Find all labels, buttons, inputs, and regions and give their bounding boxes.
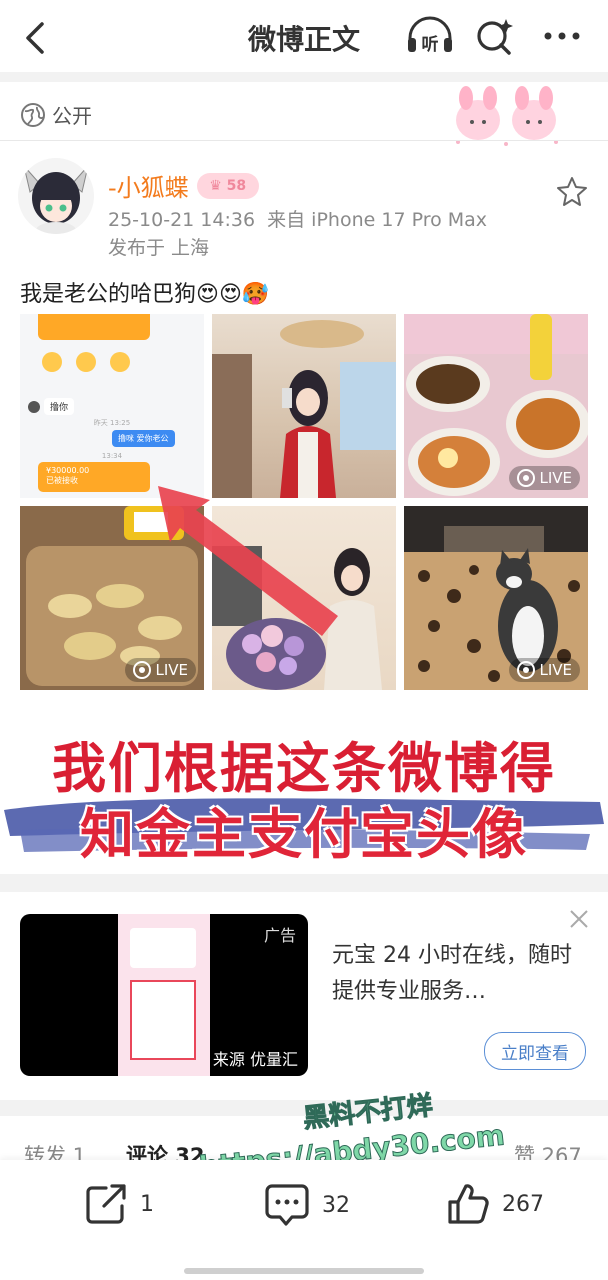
close-icon[interactable]	[568, 908, 590, 930]
ad-tag: 广告	[263, 926, 296, 945]
author-row: -小狐蝶 ♛ 58	[108, 168, 259, 203]
post-source: 来自 iPhone 17 Pro Max	[267, 209, 488, 231]
section-gap	[0, 874, 608, 892]
ad-view-button[interactable]: 立即查看	[484, 1032, 586, 1070]
post-meta: 25-10-21 14:36 来自 iPhone 17 Pro Max 发布于 …	[108, 206, 487, 262]
repost-button[interactable]: 1	[84, 1182, 154, 1226]
thumbs-up-icon	[448, 1184, 489, 1224]
ad-photo-frame	[130, 980, 196, 1060]
ad-phone-screen	[118, 914, 210, 1076]
visibility-row: 公开	[20, 100, 92, 129]
ad-video[interactable]: 广告 来源 优量汇	[20, 914, 308, 1076]
ad-source: 来源 优量汇	[212, 1050, 298, 1069]
listen-label: 听	[422, 34, 439, 55]
repost-count: 1	[140, 1191, 154, 1217]
post-location: 发布于 上海	[108, 237, 210, 259]
post-emojis: 😍😍🥵	[196, 282, 270, 307]
caption-line-2: 知金主支付宝头像	[80, 803, 528, 866]
image-grid: 撸你 昨天 13:25 撸咪 爱你老公 13:34 ¥30000.00 已被接收	[20, 314, 588, 690]
globe-icon	[21, 102, 45, 127]
divider	[0, 140, 608, 141]
listen-headphones-icon[interactable]: 听	[404, 16, 456, 56]
section-gap	[0, 72, 608, 82]
comment-button[interactable]: 32	[264, 1182, 350, 1228]
comment-icon	[265, 1184, 309, 1226]
ai-search-icon[interactable]	[474, 16, 518, 56]
favorite-star-icon[interactable]	[556, 175, 588, 207]
avatar[interactable]	[18, 158, 94, 234]
more-icon[interactable]	[540, 22, 584, 50]
post-text-body: 我是老公的哈巴狗	[20, 282, 197, 307]
home-indicator[interactable]	[184, 1268, 424, 1274]
red-arrow-annotation	[158, 486, 338, 636]
repost-icon	[86, 1184, 126, 1224]
like-button[interactable]: 267	[446, 1182, 544, 1226]
author-name[interactable]: -小狐蝶	[108, 168, 189, 203]
comment-count: 32	[322, 1192, 350, 1218]
member-level: 58	[226, 177, 247, 194]
post-text: 我是老公的哈巴狗😍😍🥵	[20, 276, 269, 308]
member-badge: ♛ 58	[196, 172, 259, 199]
ad-chat-card	[130, 928, 196, 968]
like-count: 267	[502, 1191, 544, 1217]
visibility-label: 公开	[52, 104, 92, 128]
top-bar: 微博正文 听	[0, 0, 608, 72]
bottom-action-bar: 1 32 267	[0, 1160, 608, 1280]
ad-description[interactable]: 元宝 24 小时在线，随时提供专业服务…	[332, 938, 582, 1010]
post-time: 25-10-21 14:36	[108, 209, 256, 231]
